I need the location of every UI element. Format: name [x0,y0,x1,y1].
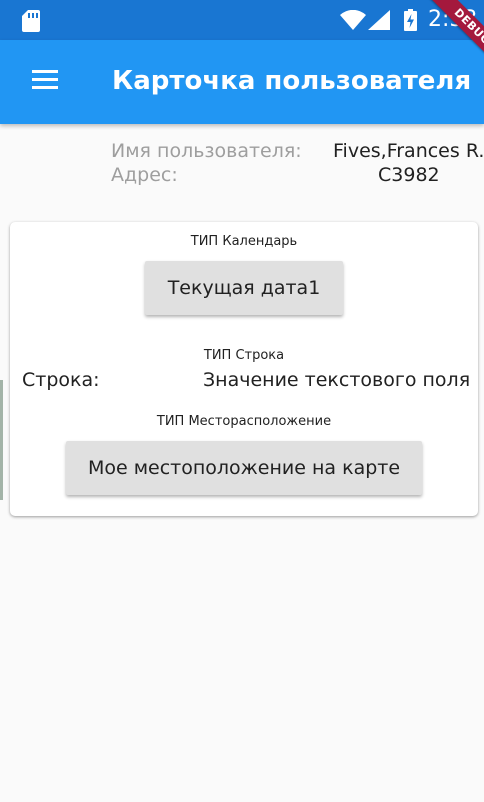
user-name-label: Имя пользователя: [111,140,302,162]
current-date-button[interactable]: Текущая дата1 [145,261,343,315]
page-title: Карточка пользователя [112,66,472,96]
string-field-label: Строка: [22,369,100,391]
sd-card-icon [22,10,40,32]
app-bar: Карточка пользователя [0,40,484,124]
edge-divider [0,380,3,500]
location-type-caption: ТИП Месторасположение [156,414,332,429]
my-location-button[interactable]: Мое местоположение на карте [66,441,422,495]
address-label: Адрес: [111,164,178,186]
battery-charging-icon [404,9,417,31]
user-name-value: Fives,Frances R. [333,140,484,162]
string-type-caption: ТИП Строка [203,348,285,363]
screen: 2:33 Карточка пользователя DEBUG Имя пол… [0,0,484,802]
signal-icon [368,10,390,30]
address-value: C3982 [378,164,440,186]
menu-icon[interactable] [30,68,60,90]
string-field-value: Значение текстового поля [203,369,471,391]
status-bar: 2:33 [0,0,484,40]
calendar-type-caption: ТИП Календарь [190,234,298,249]
wifi-icon [340,10,366,30]
user-card: ТИП Календарь Текущая дата1 ТИП Строка С… [10,222,478,516]
